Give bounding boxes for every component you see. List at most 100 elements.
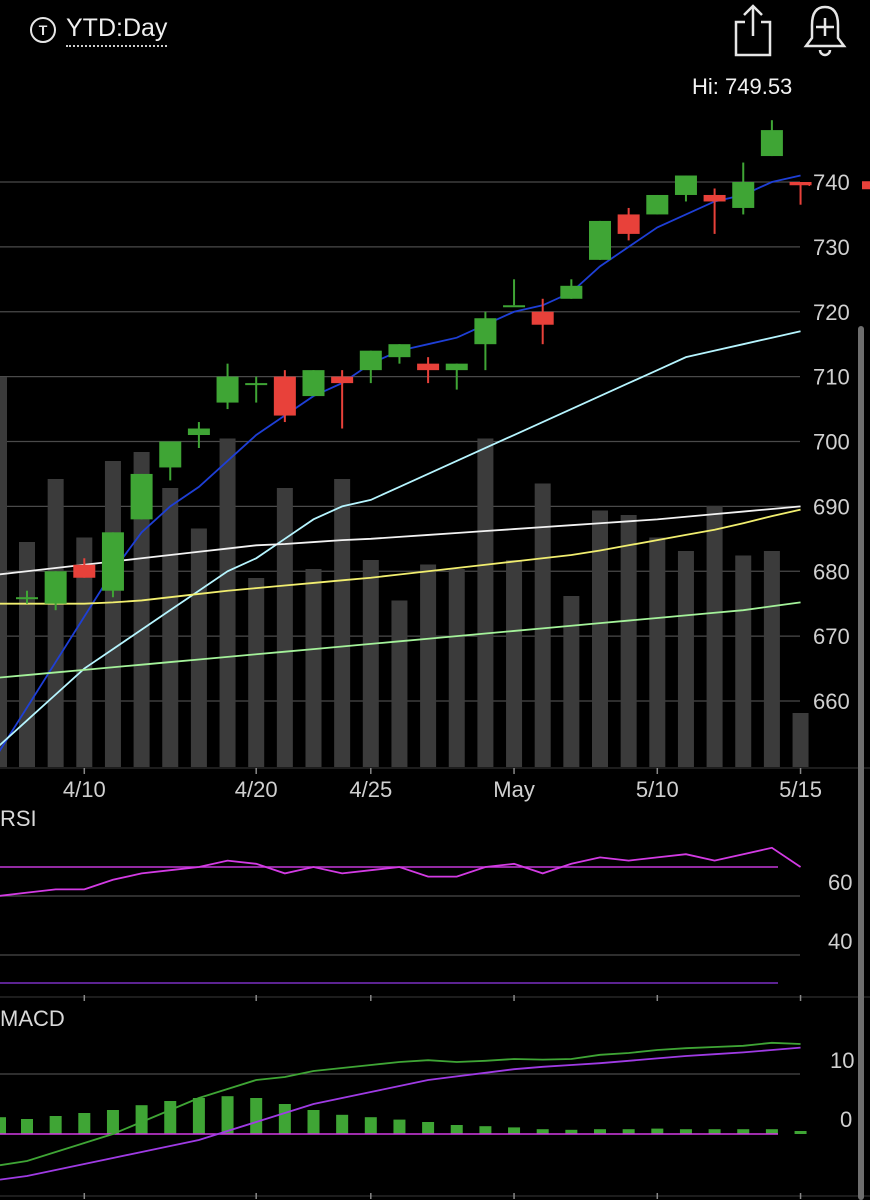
candle-body	[646, 194, 669, 215]
candle-body	[302, 370, 325, 397]
candle-body	[445, 363, 468, 371]
candle-body	[617, 214, 640, 234]
candle-body	[273, 376, 296, 416]
volume-bar	[219, 438, 236, 767]
macd-histogram-bar	[794, 1131, 807, 1134]
macd-title: MACD	[0, 1006, 65, 1031]
volume-bar	[104, 461, 121, 767]
volume-bar	[248, 578, 265, 767]
macd-histogram-bar	[278, 1104, 291, 1134]
price-tick-label: 730	[813, 235, 850, 260]
macd-histogram-bar	[221, 1096, 234, 1134]
candle-body	[417, 363, 440, 371]
macd-histogram-bar	[508, 1127, 521, 1134]
volume-bar	[763, 551, 780, 767]
price-tick-label: 670	[813, 624, 850, 649]
volume-bar	[276, 488, 293, 767]
macd-histogram-bar	[49, 1116, 62, 1134]
rsi-tick-label: 60	[828, 870, 852, 895]
candle-body	[589, 220, 611, 260]
price-tick-label: 690	[813, 494, 850, 519]
candle-body	[732, 182, 755, 208]
macd-histogram-bar	[78, 1113, 91, 1134]
volume-bar	[19, 542, 35, 767]
macd-signal-line	[0, 1046, 801, 1181]
vertical-scrollbar[interactable]	[858, 326, 864, 1200]
volume-bar	[477, 438, 494, 767]
macd-histogram-bar	[450, 1125, 463, 1134]
rsi-line	[0, 846, 802, 897]
price-tick-label: 740	[813, 170, 850, 195]
candle-body	[474, 318, 497, 345]
macd-histogram-bar	[336, 1114, 349, 1134]
candle-body	[703, 194, 726, 202]
macd-tick-label: 0	[840, 1107, 852, 1132]
price-tick-label: 680	[813, 559, 850, 584]
candle-body	[16, 597, 38, 600]
candle-body	[245, 383, 268, 386]
candle-body	[388, 344, 411, 358]
volume-bar	[448, 569, 465, 767]
volume-bar	[162, 488, 179, 767]
macd-histogram-bar	[307, 1110, 320, 1134]
macd-histogram-bar	[21, 1119, 33, 1134]
volume-bar	[362, 560, 379, 767]
macd-histogram-bar	[164, 1101, 177, 1134]
candle-body	[331, 376, 354, 384]
macd-histogram-bar	[422, 1122, 435, 1134]
macd-histogram-bar	[0, 1117, 6, 1134]
stock-chart[interactable]: 740 730 720 710 700 690 680 670 660 4/10 4/20 4/25 M…	[0, 0, 870, 1200]
rsi-tick-label: 40	[828, 929, 852, 954]
candle-body	[44, 571, 67, 604]
candle-body	[359, 350, 382, 371]
price-tick-label: 700	[813, 430, 850, 455]
price-tick-label: 710	[813, 365, 850, 390]
volume-bar	[334, 479, 351, 767]
volume-bar	[391, 600, 408, 767]
x-tick-label: 5/15	[779, 777, 822, 802]
candle-body	[130, 473, 153, 520]
candle-body	[531, 311, 554, 325]
volume-bar	[735, 555, 752, 767]
volume-bar	[792, 713, 809, 767]
macd-histogram-bar	[192, 1098, 205, 1134]
volume-bar	[649, 537, 666, 767]
x-tick-label: 4/10	[63, 777, 106, 802]
macd-histogram-bar	[479, 1126, 492, 1134]
x-tick-label: 4/25	[349, 777, 392, 802]
candle-body	[674, 175, 697, 195]
candle-body	[187, 428, 210, 436]
candle-body	[159, 441, 182, 468]
volume-bar	[47, 479, 64, 767]
volume-bar	[305, 569, 322, 767]
macd-histogram-bar	[393, 1119, 406, 1134]
volume-bar	[677, 551, 694, 767]
x-tick-label: 4/20	[235, 777, 278, 802]
volume-bar	[706, 506, 723, 767]
macd-histogram-bar	[651, 1128, 664, 1134]
price-tick-label: 720	[813, 300, 850, 325]
x-tick-label: 5/10	[636, 777, 679, 802]
macd-histogram-bar	[364, 1117, 377, 1134]
candle-body	[101, 532, 124, 591]
volume-bar	[563, 596, 580, 767]
macd-histogram-bar	[250, 1098, 263, 1134]
macd-tick-label: 10	[830, 1048, 854, 1073]
candle-body	[760, 130, 783, 157]
volume-bar	[0, 377, 7, 767]
volume-bar	[506, 560, 523, 767]
candle-body	[503, 305, 526, 308]
price-tick-label: 660	[813, 689, 850, 714]
candle-body	[789, 182, 812, 186]
volume-bar	[190, 528, 207, 767]
rsi-title: RSI	[0, 806, 37, 831]
macd-histogram-bar	[106, 1110, 119, 1134]
candle-body	[73, 564, 96, 578]
candle-body	[216, 376, 239, 403]
volume-bar	[620, 515, 637, 767]
volume-bar	[420, 564, 437, 767]
current-price-marker	[862, 181, 870, 190]
candle-body	[560, 285, 583, 299]
x-tick-label: May	[493, 777, 535, 802]
macd-line	[0, 1041, 801, 1167]
